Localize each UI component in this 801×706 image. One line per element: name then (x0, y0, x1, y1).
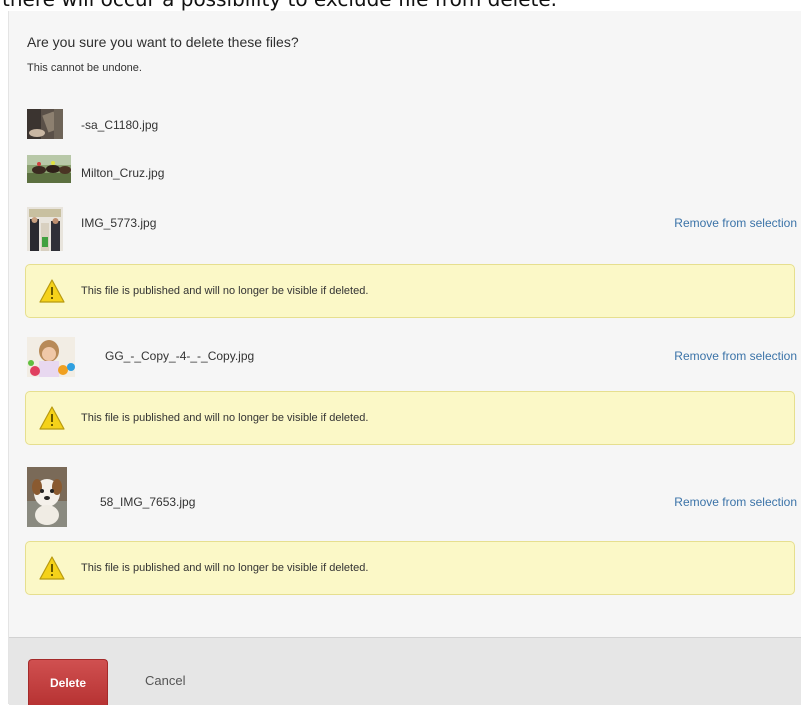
warning-text: This file is published and will no longe… (81, 562, 369, 574)
file-thumbnail (27, 155, 71, 183)
warning-text: This file is published and will no longe… (81, 412, 369, 424)
background-text: there will occur a possibility to exclud… (2, 0, 557, 11)
published-warning: This file is published and will no longe… (25, 541, 795, 595)
remove-from-selection-link[interactable]: Remove from selection (674, 349, 797, 363)
file-thumbnail (27, 337, 75, 377)
file-name: -sa_C1180.jpg (81, 118, 159, 132)
warning-icon (39, 406, 65, 430)
file-row: GG_-_Copy_-4-_-_Copy.jpg Remove from sel… (27, 337, 799, 379)
delete-button[interactable]: Delete (28, 659, 108, 705)
file-name: IMG_5773.jpg (81, 216, 157, 230)
file-row: IMG_5773.jpg Remove from selection (27, 204, 799, 251)
remove-from-selection-link[interactable]: Remove from selection (674, 216, 797, 230)
warning-icon (39, 279, 65, 303)
dialog-heading: Are you sure you want to delete these fi… (27, 34, 299, 50)
file-thumbnail (27, 467, 67, 527)
file-name: Milton_Cruz.jpg (81, 166, 165, 180)
file-row: 58_IMG_7653.jpg Remove from selection (27, 463, 799, 527)
published-warning: This file is published and will no longe… (25, 264, 795, 318)
file-thumbnail (27, 207, 63, 251)
dialog-subheading: This cannot be undone. (27, 62, 142, 74)
file-name: 58_IMG_7653.jpg (100, 495, 196, 509)
remove-from-selection-link[interactable]: Remove from selection (674, 495, 797, 509)
dialog-footer: Delete Cancel (9, 637, 801, 705)
file-row: Milton_Cruz.jpg (27, 154, 799, 196)
cancel-button[interactable]: Cancel (145, 673, 185, 688)
file-name: GG_-_Copy_-4-_-_Copy.jpg (105, 349, 255, 363)
published-warning: This file is published and will no longe… (25, 391, 795, 445)
file-row: -sa_C1180.jpg (27, 106, 799, 148)
warning-text: This file is published and will no longe… (81, 285, 369, 297)
file-thumbnail (27, 109, 63, 139)
background-page: there will occur a possibility to exclud… (0, 0, 801, 11)
delete-confirmation-dialog: Are you sure you want to delete these fi… (8, 11, 801, 705)
warning-icon (39, 556, 65, 580)
